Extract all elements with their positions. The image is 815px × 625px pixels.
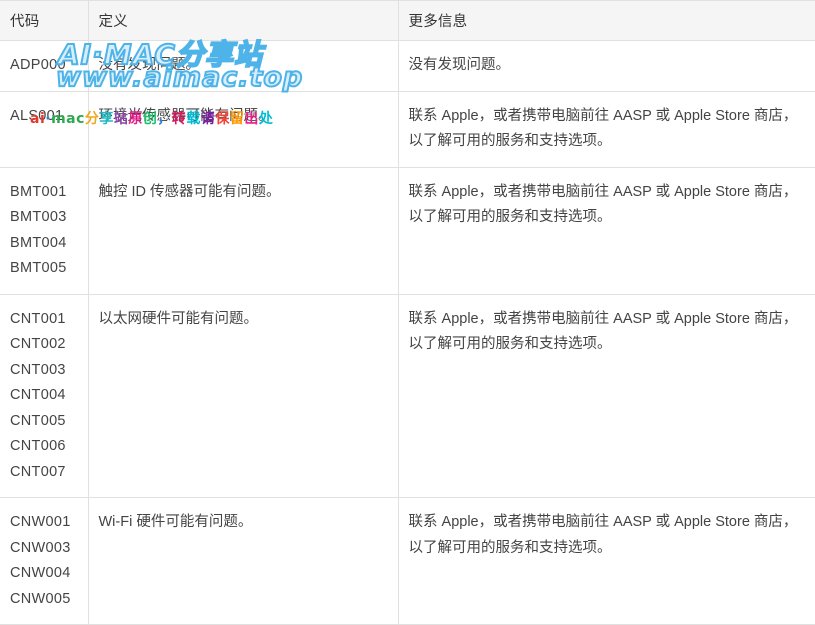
table-row: ADP000 没有发现问题。 没有发现问题。: [0, 40, 815, 92]
cell-code: ALS001: [0, 91, 89, 168]
cell-definition: 没有发现问题。: [88, 40, 399, 92]
column-header-more-info: 更多信息: [398, 0, 815, 41]
table-body: ADP000 没有发现问题。 没有发现问题。 ALS001 环境光传感器可能有问…: [0, 40, 815, 625]
cell-definition: 触控 ID 传感器可能有问题。: [88, 167, 399, 295]
table-header: 代码 定义 更多信息: [0, 0, 815, 41]
cell-definition: 以太网硬件可能有问题。: [88, 294, 399, 498]
cell-more-info: 联系 Apple，或者携带电脑前往 AASP 或 Apple Store 商店，…: [398, 91, 815, 168]
cell-code: ADP000: [0, 40, 89, 92]
table-row: CNT001 CNT002 CNT003 CNT004 CNT005 CNT00…: [0, 294, 815, 498]
diagnostics-codes-table: 代码 定义 更多信息 ADP000 没有发现问题。 没有发现问题。 ALS001…: [0, 0, 815, 625]
column-header-definition: 定义: [88, 0, 399, 41]
cell-code: BMT001 BMT003 BMT004 BMT005: [0, 167, 89, 295]
column-header-code: 代码: [0, 0, 89, 41]
cell-definition: 环境光传感器可能有问题。: [88, 91, 399, 168]
cell-code: CNT001 CNT002 CNT003 CNT004 CNT005 CNT00…: [0, 294, 89, 498]
cell-more-info: 联系 Apple，或者携带电脑前往 AASP 或 Apple Store 商店，…: [398, 497, 815, 625]
cell-more-info: 联系 Apple，或者携带电脑前往 AASP 或 Apple Store 商店，…: [398, 167, 815, 295]
table-row: BMT001 BMT003 BMT004 BMT005 触控 ID 传感器可能有…: [0, 167, 815, 295]
cell-more-info: 联系 Apple，或者携带电脑前往 AASP 或 Apple Store 商店，…: [398, 294, 815, 498]
cell-more-info: 没有发现问题。: [398, 40, 815, 92]
cell-code: CNW001 CNW003 CNW004 CNW005: [0, 497, 89, 625]
table-row: ALS001 环境光传感器可能有问题。 联系 Apple，或者携带电脑前往 AA…: [0, 91, 815, 168]
cell-definition: Wi-Fi 硬件可能有问题。: [88, 497, 399, 625]
table-row: CNW001 CNW003 CNW004 CNW005 Wi-Fi 硬件可能有问…: [0, 497, 815, 625]
table-header-row: 代码 定义 更多信息: [0, 0, 815, 41]
